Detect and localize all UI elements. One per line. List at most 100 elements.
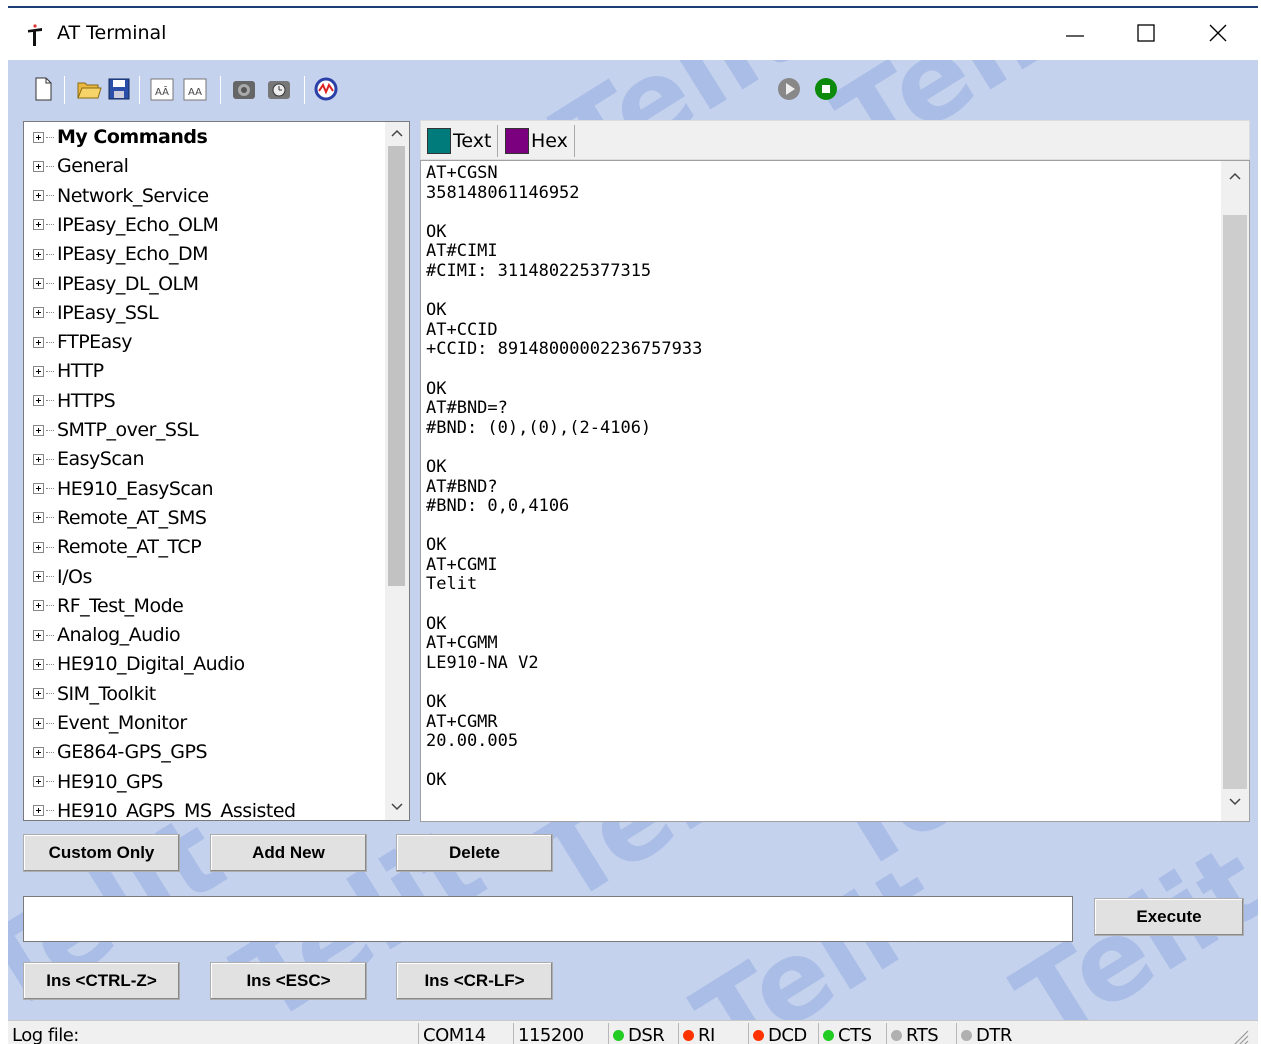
- maximize-icon[interactable]: [1126, 18, 1166, 50]
- scroll-up-icon[interactable]: [1228, 171, 1242, 181]
- tree-item[interactable]: HE910_GPS: [33, 769, 163, 795]
- close-icon[interactable]: [1198, 18, 1238, 50]
- tree-scrollbar[interactable]: [385, 122, 409, 820]
- expand-icon[interactable]: [33, 629, 44, 641]
- expand-icon[interactable]: [33, 453, 44, 465]
- tree-item[interactable]: My Commands: [33, 124, 208, 150]
- expand-icon[interactable]: [33, 746, 44, 758]
- expand-icon[interactable]: [33, 571, 44, 582]
- tree-item[interactable]: Network_Service: [33, 183, 209, 209]
- resize-grip-icon[interactable]: [1230, 1027, 1250, 1044]
- command-input[interactable]: [23, 896, 1073, 942]
- tree-item[interactable]: SMTP_over_SSL: [33, 417, 199, 443]
- port-indicator: COM14: [418, 1023, 510, 1044]
- led-icon: [891, 1029, 902, 1041]
- expand-icon[interactable]: [33, 365, 44, 377]
- terminal-line: AT+CCID: [426, 319, 498, 340]
- signal-label: DSR: [628, 1024, 665, 1044]
- settings-icon[interactable]: [264, 74, 294, 104]
- tree-item[interactable]: GE864-GPS_GPS: [33, 739, 208, 765]
- expand-icon[interactable]: [33, 805, 44, 817]
- tree-item[interactable]: Remote_AT_TCP: [33, 534, 202, 560]
- tree-item-label: EasyScan: [57, 448, 144, 471]
- tree-item[interactable]: EasyScan: [33, 446, 144, 472]
- custom-only-button[interactable]: Custom Only: [23, 834, 180, 872]
- expand-icon[interactable]: [33, 131, 44, 143]
- tree-item[interactable]: I/Os: [33, 564, 92, 590]
- tree-item[interactable]: HE910_EasyScan: [33, 476, 214, 502]
- tree-item[interactable]: SIM_Toolkit: [33, 681, 156, 707]
- tree-item[interactable]: HTTP: [33, 358, 104, 384]
- execute-button[interactable]: Execute: [1094, 898, 1244, 936]
- terminal-line: +CCID: 89148000002236757933: [426, 339, 703, 360]
- tree-item-label: IPEasy_Echo_DM: [57, 243, 209, 266]
- font-decrease-icon[interactable]: AA: [180, 74, 210, 104]
- tree-item[interactable]: IPEasy_DL_OLM: [33, 271, 199, 297]
- terminal-line: LE910-NA V2: [426, 652, 539, 673]
- expand-icon[interactable]: [33, 424, 44, 436]
- watermark-logo: Telit: [674, 840, 965, 1044]
- scroll-up-icon[interactable]: [390, 128, 404, 138]
- expand-icon[interactable]: [33, 483, 44, 495]
- expand-icon[interactable]: [33, 395, 44, 407]
- tree-item[interactable]: IPEasy_SSL: [33, 300, 159, 326]
- scroll-down-icon[interactable]: [390, 802, 404, 812]
- tree-scroll-thumb[interactable]: [388, 146, 405, 586]
- tab-hex[interactable]: Hex: [501, 125, 575, 157]
- delete-button[interactable]: Delete: [396, 834, 553, 872]
- title-bar[interactable]: AT Terminal: [8, 8, 1258, 60]
- expand-icon[interactable]: [33, 541, 44, 553]
- tree-item[interactable]: Analog_Audio: [33, 622, 181, 648]
- expand-icon[interactable]: [33, 278, 44, 289]
- expand-icon[interactable]: [33, 512, 44, 524]
- minimize-icon[interactable]: [1054, 18, 1094, 50]
- expand-icon[interactable]: [33, 336, 44, 348]
- tab-text[interactable]: Text: [423, 125, 499, 157]
- command-tree[interactable]: My Commands General Network_Service IPEasy_…: [23, 121, 410, 821]
- tree-item[interactable]: FTPEasy: [33, 329, 132, 355]
- text-tab-swatch: [427, 128, 451, 154]
- tree-item[interactable]: IPEasy_Echo_DM: [33, 241, 209, 267]
- terminal-scrollbar[interactable]: [1221, 161, 1249, 821]
- scroll-down-icon[interactable]: [1228, 797, 1242, 807]
- expand-icon[interactable]: [33, 190, 44, 202]
- terminal-scroll-thumb[interactable]: [1223, 215, 1247, 789]
- terminal-line: #CIMI: 311480225377315: [426, 260, 652, 281]
- terminal-output[interactable]: AT+CGSN 358148061146952 OK AT#CIMI #CIMI: 31…: [420, 160, 1250, 822]
- expand-icon[interactable]: [33, 776, 44, 788]
- tree-item[interactable]: IPEasy_Echo_OLM: [33, 212, 219, 238]
- tree-item[interactable]: Remote_AT_SMS: [33, 505, 207, 531]
- tree-item[interactable]: Event_Monitor: [33, 710, 187, 736]
- expand-icon[interactable]: [33, 688, 44, 700]
- ins-ctrl-z-button[interactable]: Ins <CTRL-Z>: [23, 962, 180, 1000]
- tree-item[interactable]: HE910_Digital_Audio: [33, 651, 245, 677]
- open-folder-icon[interactable]: [74, 74, 104, 104]
- play-icon[interactable]: [774, 74, 804, 104]
- expand-icon[interactable]: [33, 219, 44, 231]
- expand-icon[interactable]: [33, 717, 44, 729]
- font-increase-icon[interactable]: AĀ: [147, 74, 177, 104]
- ins-esc-button[interactable]: Ins <ESC>: [210, 962, 367, 1000]
- signal-ri: RI: [678, 1023, 715, 1044]
- expand-icon[interactable]: [33, 658, 44, 670]
- led-icon: [753, 1029, 764, 1041]
- new-file-icon[interactable]: [28, 74, 58, 104]
- connect-icon[interactable]: [229, 74, 259, 104]
- expand-icon[interactable]: [33, 160, 44, 172]
- expand-icon[interactable]: [33, 307, 44, 319]
- expand-icon[interactable]: [33, 248, 44, 260]
- stop-icon[interactable]: [811, 74, 841, 104]
- monitor-icon[interactable]: [311, 74, 341, 104]
- tree-item[interactable]: HE910_AGPS_MS_Assisted: [33, 798, 296, 820]
- ins-cr-lf-button[interactable]: Ins <CR-LF>: [396, 962, 553, 1000]
- signal-label: RI: [698, 1024, 715, 1044]
- add-new-button[interactable]: Add New: [210, 834, 367, 872]
- expand-icon[interactable]: [33, 600, 44, 612]
- terminal-line: OK: [426, 378, 447, 399]
- tree-item[interactable]: General: [33, 153, 129, 179]
- tree-item[interactable]: HTTPS: [33, 388, 116, 414]
- save-icon[interactable]: [104, 74, 134, 104]
- tree-item[interactable]: RF_Test_Mode: [33, 593, 184, 619]
